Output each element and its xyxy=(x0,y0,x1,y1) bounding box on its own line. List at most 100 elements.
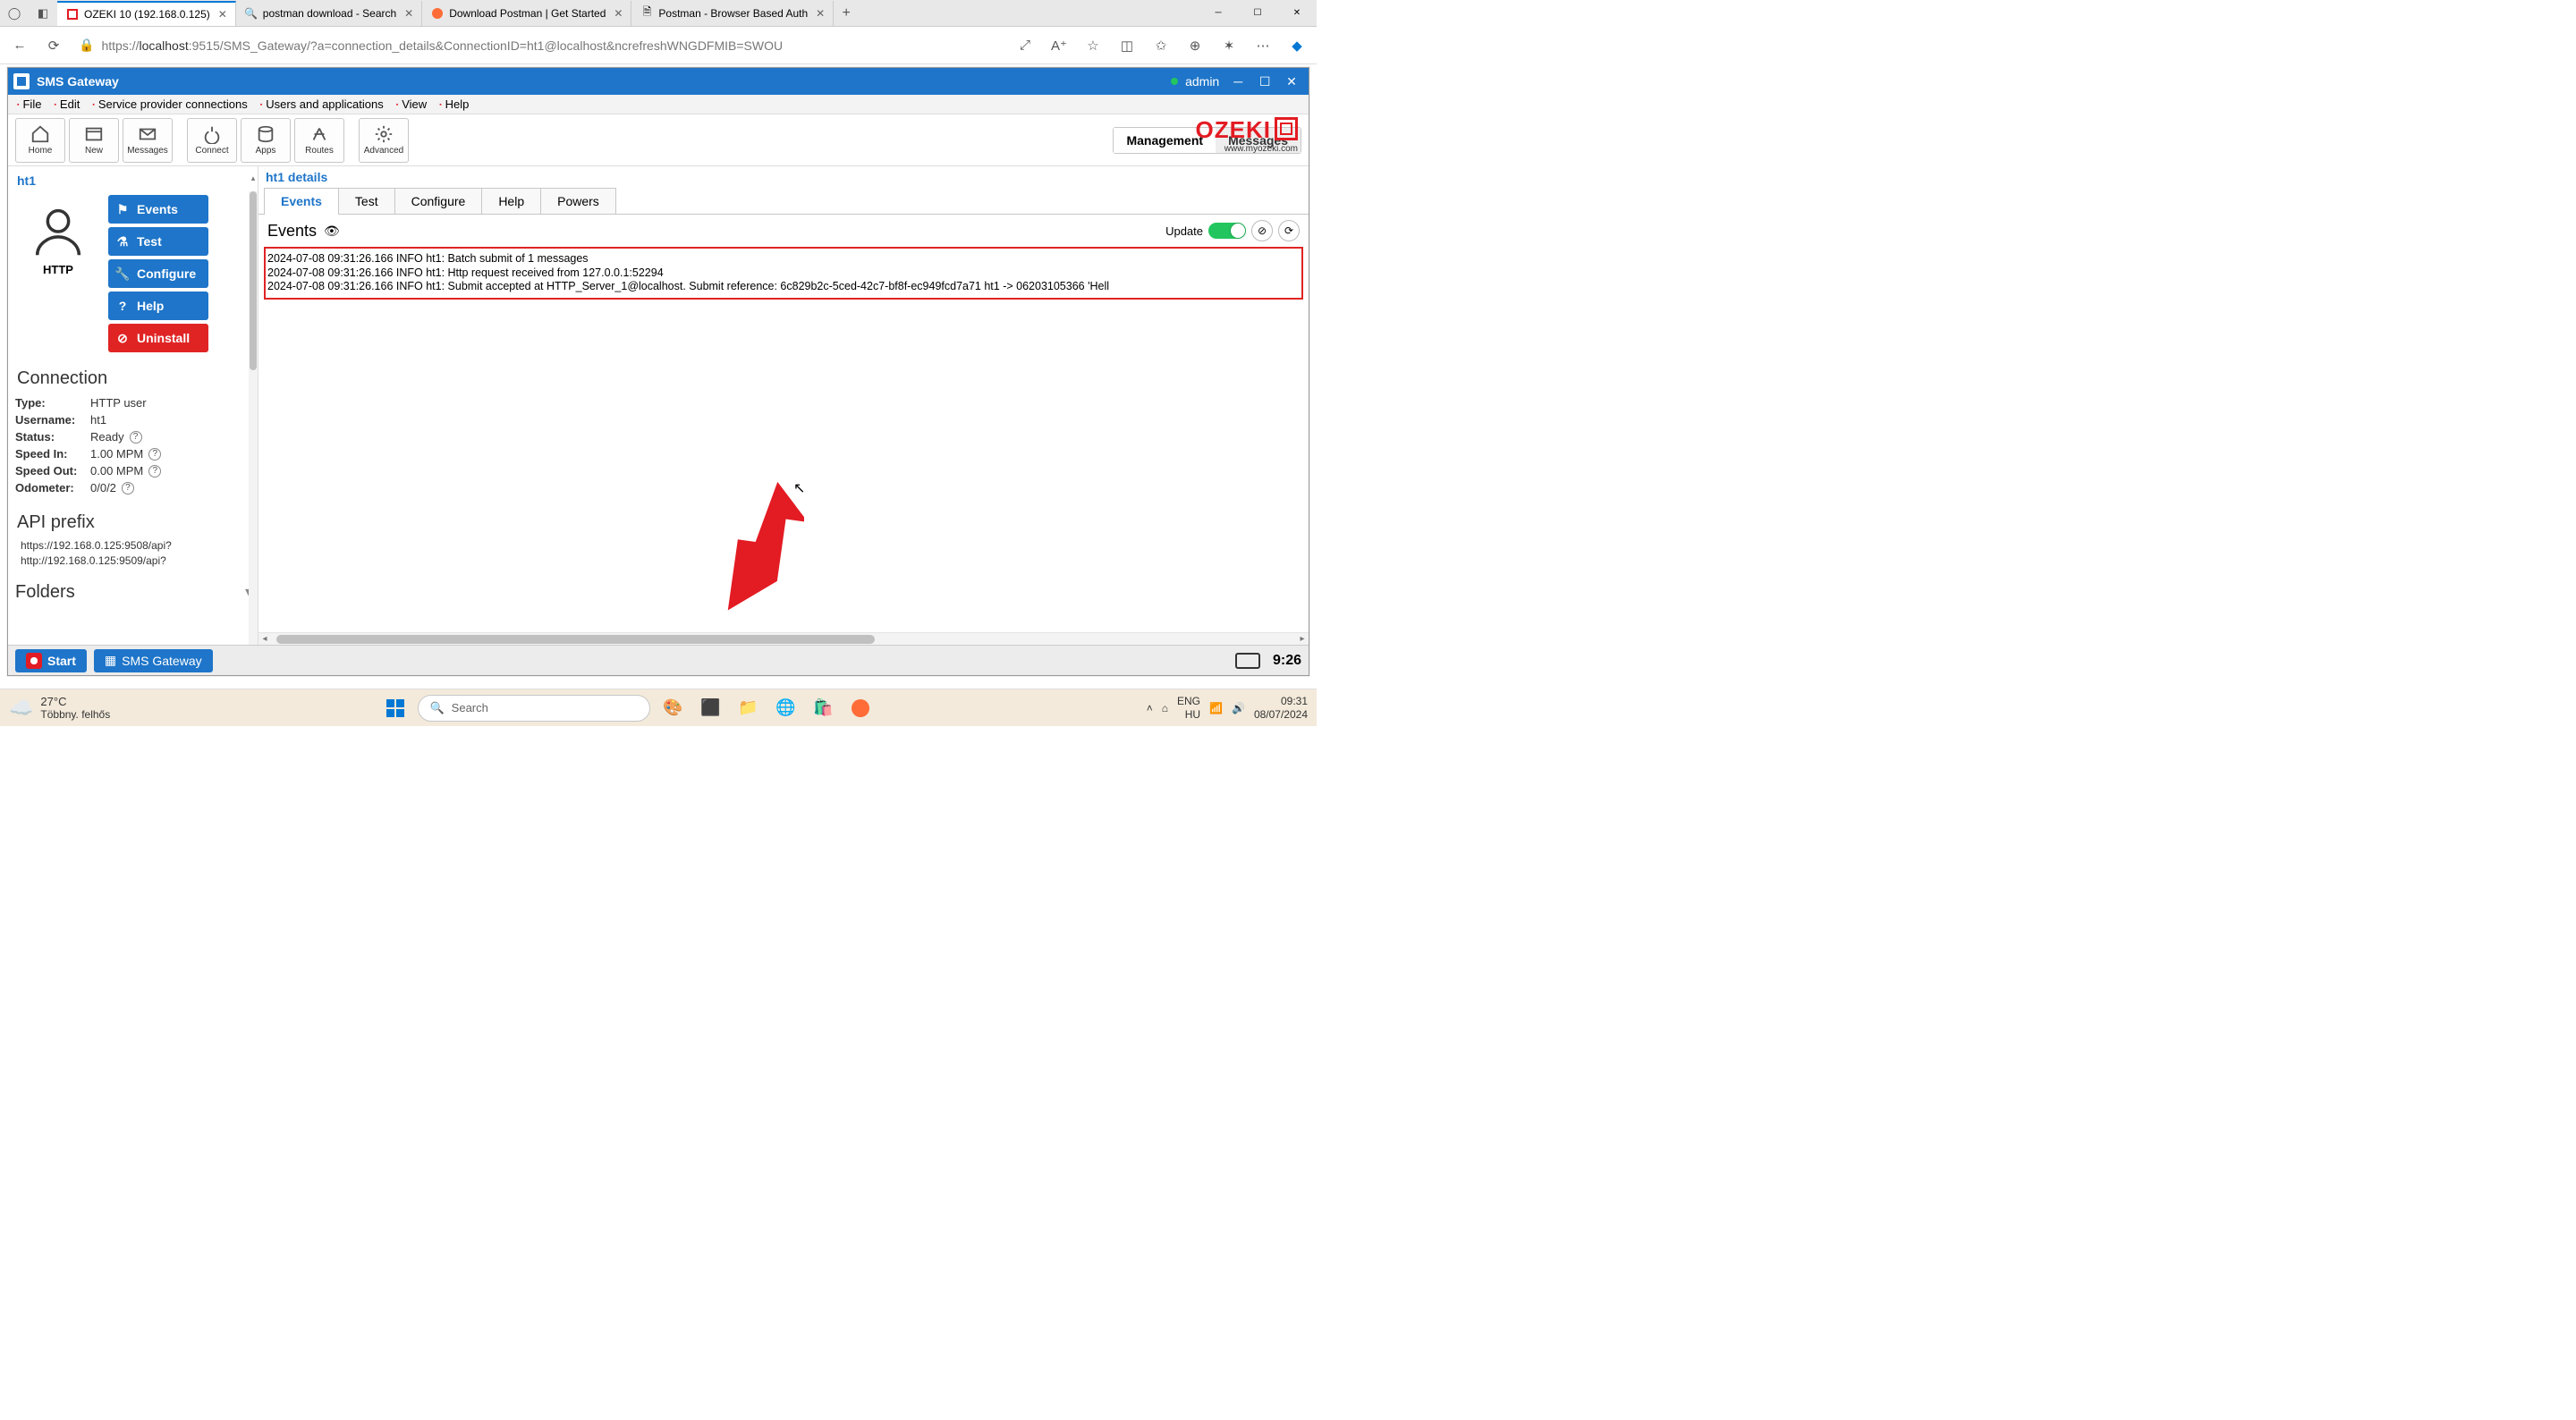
right-tabs: Management Messages xyxy=(1113,127,1301,154)
menu-file[interactable]: File xyxy=(12,97,47,111)
task-sms-gateway[interactable]: ▦SMS Gateway xyxy=(94,649,213,672)
taskbar-taskview-icon[interactable]: ⬛ xyxy=(695,693,725,723)
menu-help[interactable]: Help xyxy=(434,97,474,111)
url-field[interactable]: 🔒 https://localhost:9515/SMS_Gateway/?a=… xyxy=(73,32,1005,59)
tab-search[interactable]: 🔍 postman download - Search ✕ xyxy=(236,1,422,26)
subtab-configure[interactable]: Configure xyxy=(394,188,483,214)
maximize-button[interactable]: ☐ xyxy=(1238,1,1277,26)
subtab-powers[interactable]: Powers xyxy=(540,188,616,214)
events-bar: Events 👁 Update ⊘ ⟳ xyxy=(258,215,1309,247)
copilot-icon[interactable]: ◆ xyxy=(1283,31,1311,60)
app-close-button[interactable]: ✕ xyxy=(1280,74,1303,89)
right-tab-messages[interactable]: Messages xyxy=(1216,128,1301,153)
scroll-left-icon[interactable]: ◂ xyxy=(258,634,271,644)
main-horizontal-scrollbar[interactable]: ◂ ▸ xyxy=(258,632,1309,645)
taskbar-search[interactable]: 🔍Search xyxy=(418,695,650,722)
tray-drive-icon[interactable]: ⌂ xyxy=(1162,702,1168,714)
tab-close-icon[interactable]: ✕ xyxy=(216,8,230,21)
favorites-bar-icon[interactable]: ✩ xyxy=(1147,31,1175,60)
sidebar-test-button[interactable]: ⚗Test xyxy=(108,227,208,256)
collections-icon[interactable]: ⊕ xyxy=(1181,31,1209,60)
tool-messages[interactable]: Messages xyxy=(123,118,173,163)
windows-start-icon[interactable] xyxy=(380,693,411,723)
subtab-help[interactable]: Help xyxy=(481,188,541,214)
tool-connect[interactable]: Connect xyxy=(187,118,237,163)
right-tab-management[interactable]: Management xyxy=(1114,128,1216,153)
tray-chevron-icon[interactable]: ˄ xyxy=(1147,702,1153,714)
subtab-test[interactable]: Test xyxy=(338,188,395,214)
folders-heading: Folders▾ xyxy=(15,581,254,604)
tab-close-icon[interactable]: ✕ xyxy=(611,7,625,20)
sidebar-uninstall-button[interactable]: ⊘Uninstall xyxy=(108,324,208,352)
weather-widget[interactable]: ☁️ 27°CTöbbny. felhős xyxy=(9,695,110,721)
help-icon[interactable]: ? xyxy=(148,465,161,478)
btn-label: Configure xyxy=(137,266,196,281)
wrench-icon: 🔧 xyxy=(115,266,130,282)
taskbar-postman-icon[interactable] xyxy=(845,693,876,723)
close-button[interactable]: ✕ xyxy=(1277,1,1317,26)
tab-postman-dl[interactable]: Download Postman | Get Started ✕ xyxy=(422,1,631,26)
menu-icon[interactable]: ⋯ xyxy=(1249,31,1277,60)
tool-new[interactable]: New xyxy=(69,118,119,163)
k-odometer: Odometer: xyxy=(15,481,90,494)
help-icon[interactable]: ? xyxy=(130,431,142,444)
k-speedout: Speed Out: xyxy=(15,464,90,478)
menu-edit[interactable]: Edit xyxy=(48,97,85,111)
url-path: :9515/SMS_Gateway/?a=connection_details&… xyxy=(189,38,783,53)
tool-advanced[interactable]: Advanced xyxy=(359,118,409,163)
start-label: Start xyxy=(47,654,76,668)
search-icon: 🔍 xyxy=(429,701,444,715)
system-tray[interactable]: ˄ ⌂ ENGHU 📶 🔊 09:3108/07/2024 xyxy=(1147,695,1308,721)
app-mode-icon[interactable]: ⤢ xyxy=(1011,31,1039,60)
app-user-label[interactable]: admin xyxy=(1185,74,1219,89)
clear-button[interactable]: ⊘ xyxy=(1251,220,1273,241)
help-icon[interactable]: ? xyxy=(148,448,161,461)
tab-actions-icon[interactable]: ◧ xyxy=(29,1,57,26)
k-type: Type: xyxy=(15,396,90,410)
tool-home[interactable]: Home xyxy=(15,118,65,163)
new-tab-button[interactable]: + xyxy=(834,5,859,21)
eye-icon[interactable]: 👁 xyxy=(324,224,340,239)
tray-lang1: ENG xyxy=(1177,695,1200,707)
scroll-right-icon[interactable]: ▸ xyxy=(1296,634,1309,644)
refresh-button[interactable]: ⟳ xyxy=(39,31,68,60)
tray-wifi-icon[interactable]: 📶 xyxy=(1209,702,1223,714)
taskbar-explorer-icon[interactable]: 📁 xyxy=(733,693,763,723)
tab-close-icon[interactable]: ✕ xyxy=(402,7,416,20)
sidebar-scrollbar[interactable]: ▴ xyxy=(249,191,258,645)
taskbar-widget-icon[interactable]: 🎨 xyxy=(657,693,688,723)
sidebar-configure-button[interactable]: 🔧 Configure xyxy=(108,259,208,288)
tool-apps[interactable]: Apps xyxy=(241,118,291,163)
scroll-thumb[interactable] xyxy=(276,635,875,644)
split-screen-icon[interactable]: ◫ xyxy=(1113,31,1141,60)
taskbar-edge-icon[interactable]: 🌐 xyxy=(770,693,801,723)
refresh-button[interactable]: ⟳ xyxy=(1278,220,1300,241)
tab-close-icon[interactable]: ✕ xyxy=(813,7,827,20)
tab-ozeki[interactable]: OZEKI 10 (192.168.0.125) ✕ xyxy=(57,1,236,26)
keyboard-icon[interactable] xyxy=(1235,653,1260,669)
tool-routes[interactable]: Routes xyxy=(294,118,344,163)
taskbar-store-icon[interactable]: 🛍️ xyxy=(808,693,838,723)
favorite-icon[interactable]: ☆ xyxy=(1079,31,1107,60)
sidebar-help-button[interactable]: ?Help xyxy=(108,292,208,320)
update-toggle[interactable] xyxy=(1208,223,1246,239)
menu-service-provider[interactable]: Service provider connections xyxy=(87,97,252,111)
menu-users-apps[interactable]: Users and applications xyxy=(255,97,389,111)
sidebar-events-button[interactable]: ⚑Events xyxy=(108,195,208,224)
tray-volume-icon[interactable]: 🔊 xyxy=(1232,702,1245,714)
app-minimize-button[interactable]: ─ xyxy=(1226,74,1250,89)
help-icon[interactable]: ? xyxy=(122,482,134,494)
subtab-events[interactable]: Events xyxy=(264,188,339,214)
app-maximize-button[interactable]: ☐ xyxy=(1253,74,1276,89)
extensions-icon[interactable]: ✶ xyxy=(1215,31,1243,60)
start-button[interactable]: Start xyxy=(15,649,87,672)
menu-view[interactable]: View xyxy=(391,97,432,111)
url-scheme: https:// xyxy=(101,38,139,53)
v-username: ht1 xyxy=(90,413,106,427)
btn-label: Test xyxy=(137,234,162,249)
back-button[interactable]: ← xyxy=(5,31,34,60)
profile-icon[interactable]: ◯ xyxy=(0,1,29,26)
tab-postman-auth[interactable]: 🗎 Postman - Browser Based Auth ✕ xyxy=(631,1,834,26)
read-aloud-icon[interactable]: A⁺ xyxy=(1045,31,1073,60)
minimize-button[interactable]: ─ xyxy=(1199,1,1238,26)
